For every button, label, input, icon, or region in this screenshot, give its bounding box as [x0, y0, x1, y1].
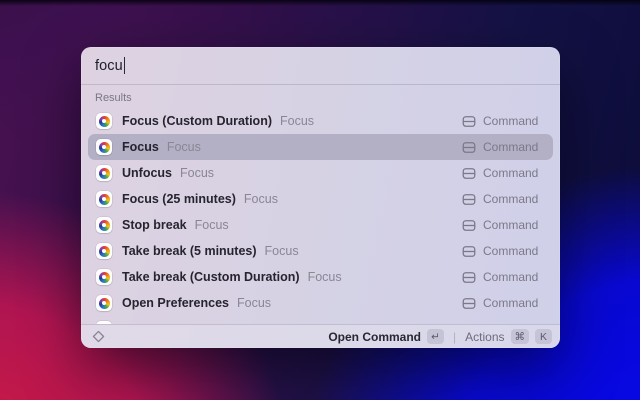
- open-command-button[interactable]: Open Command: [328, 330, 421, 344]
- footer-divider: |: [453, 330, 456, 344]
- list-item[interactable]: Focus (25 minutes) Focus Command: [88, 186, 553, 212]
- list-item[interactable]: Unfocus Focus Command: [88, 160, 553, 186]
- command-icon: [462, 245, 476, 258]
- command-icon: [462, 141, 476, 154]
- list-item-type-label: Command: [483, 296, 545, 310]
- list-item-title: Take break (Custom Duration): [122, 270, 300, 284]
- list-item-subtitle: Focus: [180, 166, 214, 180]
- text-caret: [124, 57, 126, 74]
- list-item-type-label: Command: [483, 166, 545, 180]
- command-icon: [462, 167, 476, 180]
- list-item-subtitle: Focus: [265, 244, 299, 258]
- list-item-subtitle: Focus: [308, 270, 342, 284]
- list-item[interactable]: Focus Application: [88, 316, 553, 324]
- focus-app-icon: [96, 113, 112, 129]
- search-input[interactable]: focu: [81, 47, 560, 85]
- list-item-subtitle: Focus: [280, 114, 314, 128]
- results-section-header: Results: [81, 85, 560, 108]
- focus-app-icon: [96, 269, 112, 285]
- list-item[interactable]: Take break (Custom Duration) Focus Comma…: [88, 264, 553, 290]
- list-item-title: Focus (25 minutes): [122, 192, 236, 206]
- list-item[interactable]: Focus (Custom Duration) Focus Command: [88, 108, 553, 134]
- command-icon: [462, 297, 476, 310]
- list-item[interactable]: Take break (5 minutes) Focus Command: [88, 238, 553, 264]
- command-key-icon: ⌘: [511, 329, 530, 344]
- command-icon: [462, 219, 476, 232]
- focus-app-icon: [96, 243, 112, 259]
- list-item-title: Stop break: [122, 218, 187, 232]
- focus-app-icon: [96, 217, 112, 233]
- list-item-subtitle: Focus: [244, 192, 278, 206]
- list-item-type-label: Command: [483, 192, 545, 206]
- focus-app-icon: [96, 191, 112, 207]
- list-item-title: Take break (5 minutes): [122, 244, 257, 258]
- list-item-type-label: Command: [483, 114, 545, 128]
- list-item-title: Focus: [122, 140, 159, 154]
- list-item[interactable]: Focus Focus Command: [88, 134, 553, 160]
- list-item[interactable]: Open Preferences Focus Command: [88, 290, 553, 316]
- list-item-subtitle: Focus: [237, 296, 271, 310]
- list-item-type-label: Command: [483, 140, 545, 154]
- list-item-type-label: Command: [483, 218, 545, 232]
- list-item-title: Open Preferences: [122, 296, 229, 310]
- list-item[interactable]: Stop break Focus Command: [88, 212, 553, 238]
- results-list: Focus (Custom Duration) Focus Command Fo…: [81, 108, 560, 324]
- command-icon: [462, 271, 476, 284]
- list-item-type-label: Command: [483, 270, 545, 284]
- actions-button[interactable]: Actions: [465, 330, 504, 344]
- list-item-title: Focus (Custom Duration): [122, 114, 272, 128]
- list-item-type-label: Command: [483, 244, 545, 258]
- list-item-subtitle: Focus: [167, 140, 201, 154]
- search-input-value: focu: [95, 58, 123, 74]
- raycast-logo-icon: [91, 329, 106, 344]
- launcher-window: focu Results Focus (Custom Duration) Foc…: [81, 47, 560, 348]
- list-item-subtitle: Focus: [195, 218, 229, 232]
- focus-app-icon: [96, 165, 112, 181]
- list-item-title: Unfocus: [122, 166, 172, 180]
- command-icon: [462, 115, 476, 128]
- command-icon: [462, 193, 476, 206]
- focus-app-icon: [96, 139, 112, 155]
- k-key-icon: K: [535, 329, 552, 344]
- focus-app-icon: [96, 295, 112, 311]
- return-key-icon: ↵: [427, 329, 444, 344]
- action-bar: Open Command ↵ | Actions ⌘ K: [81, 324, 560, 348]
